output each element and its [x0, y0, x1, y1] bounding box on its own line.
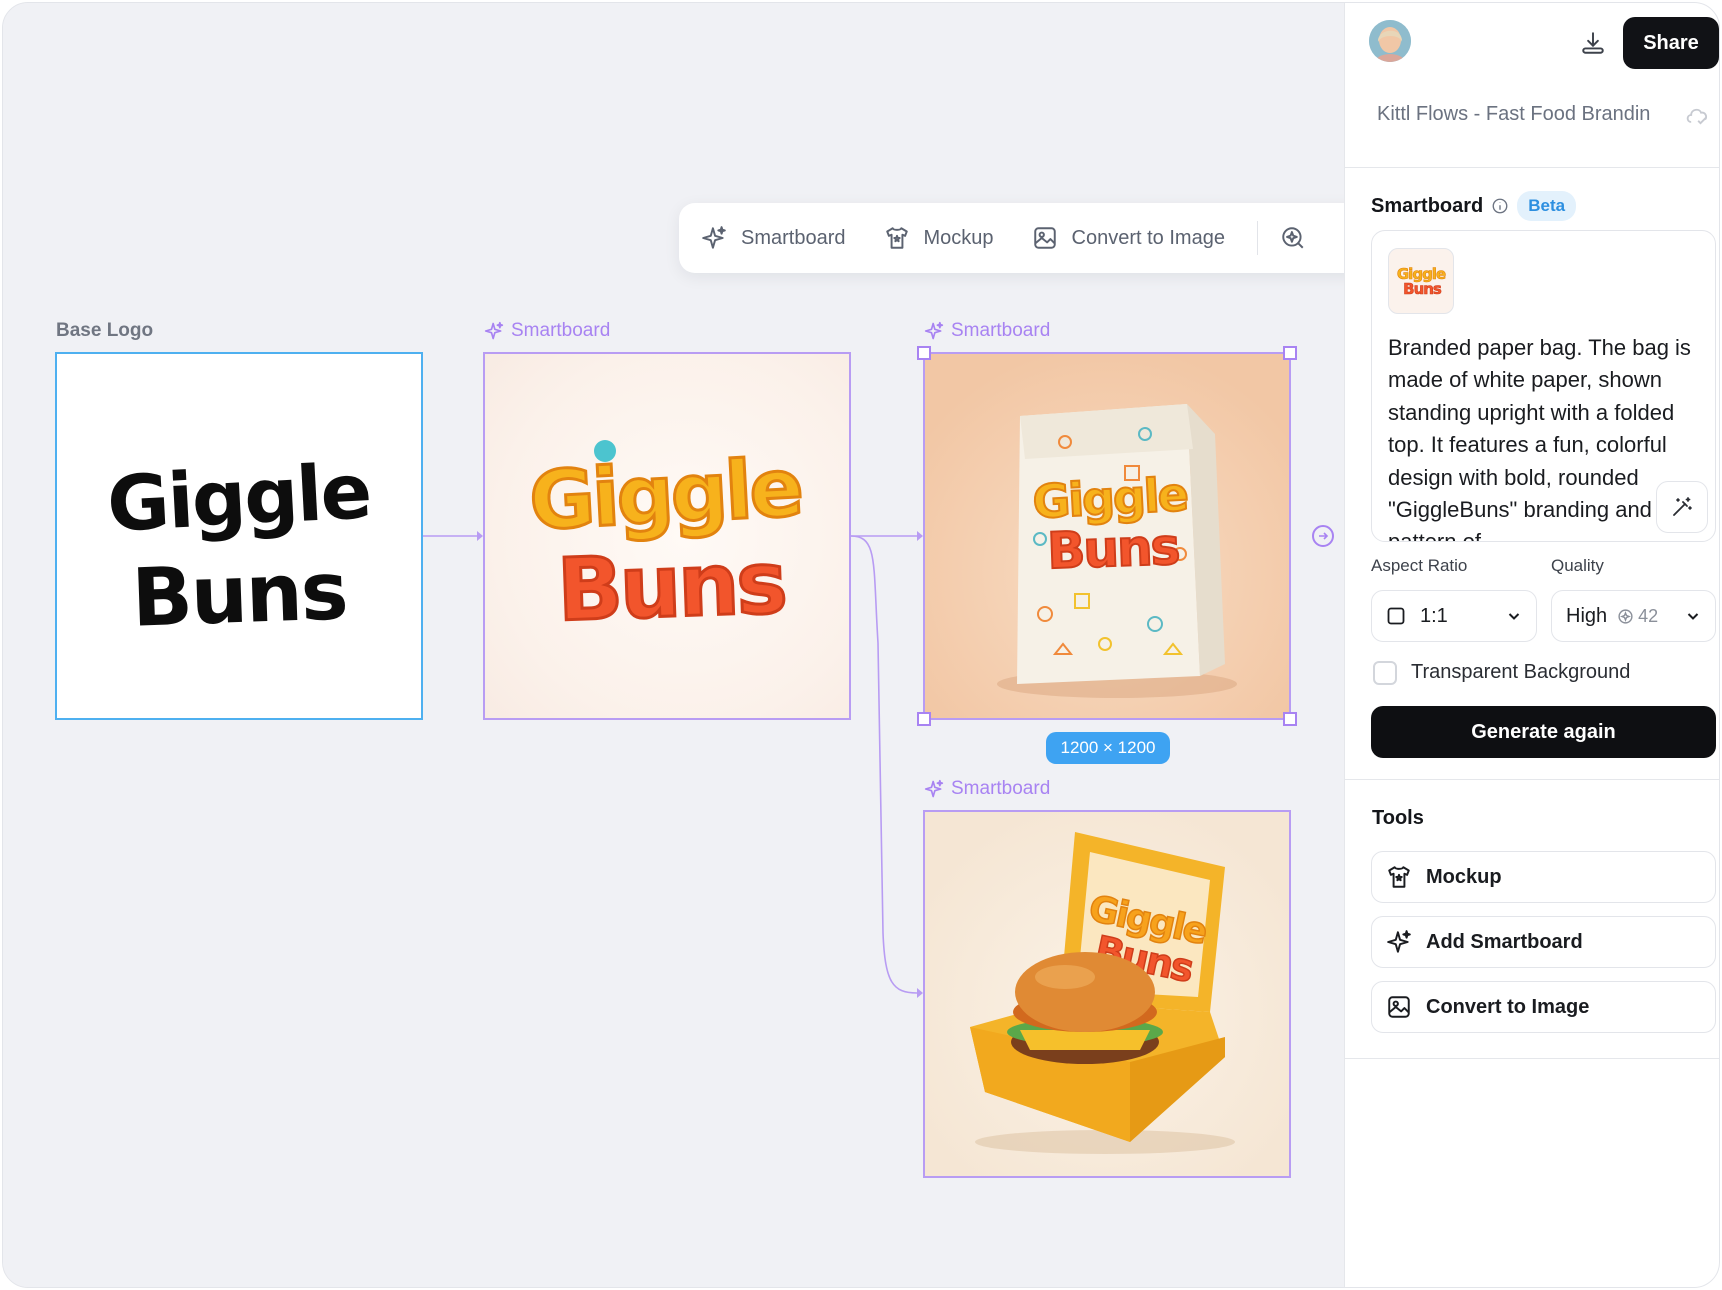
logo-word-2: Buns: [130, 544, 348, 644]
sparkle-icon: [1387, 930, 1411, 953]
cloud-saved-icon: [1686, 108, 1708, 125]
smartboard-label-2: Smartboard: [924, 320, 1050, 342]
tool-convert-to-image-button[interactable]: Convert to Image: [1371, 981, 1716, 1033]
toolbar-mockup-label: Mockup: [923, 226, 994, 249]
burger-bun: [1015, 952, 1155, 1032]
quality-label: Quality: [1551, 556, 1604, 575]
logo-artwork: Giggle Buns: [105, 446, 372, 645]
download-button[interactable]: [1573, 23, 1613, 63]
tools-section-title: Tools: [1372, 807, 1424, 829]
tshirt-icon: [885, 227, 908, 249]
smartboard-label-text: Smartboard: [511, 320, 611, 341]
toolbar-convert-button[interactable]: Convert to Image: [1032, 225, 1225, 251]
toolbar-convert-label: Convert to Image: [1071, 226, 1225, 249]
resize-handle-bottom-left[interactable]: [917, 712, 931, 726]
panel-divider: [1345, 779, 1719, 780]
transparent-background-label[interactable]: Transparent Background: [1411, 661, 1630, 684]
resize-handle-bottom-right[interactable]: [1283, 712, 1297, 726]
smartboard-frame-paper-bag[interactable]: Giggle Buns: [923, 352, 1291, 720]
3d-logo-dot: [594, 440, 616, 462]
burger-box-artwork: Giggle Buns: [970, 832, 1235, 1154]
ai-search-icon: [1282, 227, 1304, 249]
toolbar-mockup-button[interactable]: Mockup: [884, 225, 994, 251]
tool-convert-to-image-label: Convert to Image: [1426, 995, 1590, 1018]
resize-handle-top-right[interactable]: [1283, 346, 1297, 360]
smartboard-header: Smartboard Beta: [1371, 191, 1577, 221]
paper-bag-artwork: Giggle Buns: [997, 404, 1237, 698]
toolbar-smartboard-button[interactable]: Smartboard: [701, 225, 846, 251]
beta-badge: Beta: [1517, 191, 1577, 221]
file-title[interactable]: Kittl Flows - Fast Food Brandin: [1377, 103, 1650, 126]
smartboard-label-text: Smartboard: [951, 320, 1051, 341]
smartboard-label-text: Smartboard: [951, 778, 1051, 799]
share-button[interactable]: Share: [1623, 17, 1719, 69]
smartboard-frame-burger-box[interactable]: Giggle Buns: [923, 810, 1291, 1178]
floating-toolbar: Smartboard Mockup Convert to Image: [679, 203, 1379, 273]
user-avatar[interactable]: [1369, 20, 1411, 62]
aspect-ratio-select[interactable]: 1:1: [1371, 590, 1537, 642]
sparkle-icon: [924, 779, 944, 798]
properties-panel: Share Kittl Flows - Fast Food Brandin Sm…: [1344, 3, 1719, 1287]
tool-add-smartboard-label: Add Smartboard: [1426, 930, 1583, 953]
prompt-box[interactable]: Giggle Buns Branded paper bag. The bag i…: [1371, 230, 1716, 542]
quality-value: High: [1566, 604, 1608, 627]
credit-cost: 42: [1617, 606, 1658, 627]
smartboard-frame-3d-logo[interactable]: Giggle Buns: [483, 352, 851, 720]
app-window: Smartboard Mockup Convert to Image Base …: [2, 2, 1720, 1288]
3d-logo-word-1: Giggle: [527, 441, 803, 548]
generate-again-button[interactable]: Generate again: [1371, 706, 1716, 758]
canvas[interactable]: Smartboard Mockup Convert to Image Base …: [3, 3, 1379, 1287]
quality-select[interactable]: High 42: [1551, 590, 1716, 642]
chevron-down-icon: [1508, 613, 1520, 620]
download-icon: [1582, 32, 1604, 54]
avatar-image: [1369, 20, 1411, 62]
square-icon: [1387, 607, 1405, 625]
panel-divider: [1345, 167, 1719, 168]
tool-add-smartboard-button[interactable]: Add Smartboard: [1371, 916, 1716, 968]
dimension-badge: 1200 × 1200: [1046, 732, 1170, 764]
toolbar-smartboard-label: Smartboard: [741, 226, 846, 249]
toolbar-divider: [1256, 221, 1258, 255]
aspect-ratio-value: 1:1: [1420, 604, 1448, 627]
sparkle-icon: [484, 321, 504, 340]
transparent-background-checkbox[interactable]: [1373, 661, 1397, 685]
credit-icon: [1618, 608, 1633, 624]
toolbar-ai-search-button[interactable]: [1280, 225, 1320, 251]
3d-logo-artwork: Giggle Buns: [526, 439, 805, 642]
image-icon: [1033, 227, 1056, 249]
logo-word-1: Giggle: [105, 446, 372, 549]
tool-mockup-label: Mockup: [1426, 865, 1502, 888]
smartboard-label-3: Smartboard: [924, 778, 1050, 800]
tshirt-icon: [1388, 866, 1410, 888]
add-next-node-button[interactable]: [1312, 525, 1334, 547]
panel-divider: [1345, 1058, 1719, 1059]
bag-logo-word-2: Buns: [1046, 518, 1179, 581]
aspect-ratio-label: Aspect Ratio: [1371, 556, 1468, 575]
sparkle-icon: [702, 226, 726, 249]
base-logo-frame[interactable]: Giggle Buns: [55, 352, 423, 720]
resize-handle-top-left[interactable]: [917, 346, 931, 360]
smartboard-label-1: Smartboard: [484, 320, 610, 342]
info-icon[interactable]: [1491, 197, 1509, 215]
tool-mockup-button[interactable]: Mockup: [1371, 851, 1716, 903]
smartboard-section-title: Smartboard: [1371, 194, 1484, 217]
chevron-down-icon: [1687, 613, 1699, 620]
credit-cost-value: 42: [1638, 605, 1659, 626]
magic-wand-icon: [1673, 497, 1692, 516]
enhance-prompt-button[interactable]: [1656, 481, 1708, 533]
sparkle-icon: [924, 321, 944, 340]
thumbnail-logo: Giggle Buns: [1397, 265, 1448, 299]
image-icon: [1388, 996, 1410, 1018]
base-logo-label: Base Logo: [56, 320, 154, 341]
3d-logo-word-2: Buns: [556, 533, 787, 641]
thumb-logo-word-2: Buns: [1403, 280, 1442, 298]
arrow-right-icon: [1319, 532, 1329, 540]
reference-thumbnail[interactable]: Giggle Buns: [1388, 248, 1454, 314]
